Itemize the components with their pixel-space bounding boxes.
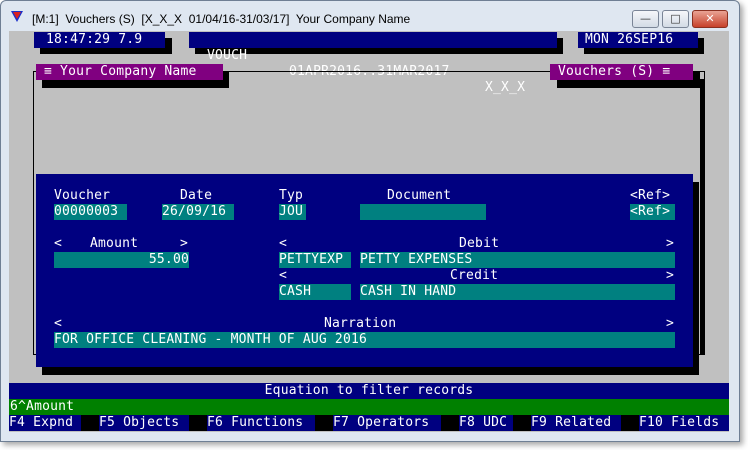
close-button[interactable]: ✕ bbox=[692, 10, 728, 28]
current-date: MON 26SEP16 bbox=[578, 32, 698, 48]
voucher-form: Voucher Date Typ Document <Ref> 00000003… bbox=[36, 174, 693, 367]
type-field[interactable]: JOU bbox=[279, 204, 306, 220]
voucher-number-field[interactable]: 00000003 bbox=[54, 204, 127, 220]
credit-code-field[interactable]: CASH bbox=[279, 284, 351, 300]
narration-left-arrow[interactable]: < bbox=[54, 316, 62, 331]
f6-functions-key[interactable]: F6 Functions bbox=[207, 415, 315, 431]
window-title: [M:1] Vouchers (S) [X_X_X 01/04/16-31/03… bbox=[32, 12, 411, 26]
f9-related-key[interactable]: F9 Related bbox=[531, 415, 621, 431]
date-label: Date bbox=[180, 188, 213, 203]
document-field[interactable] bbox=[360, 204, 486, 220]
narration-label: Narration bbox=[324, 316, 397, 331]
date-field[interactable]: 26/09/16 bbox=[162, 204, 234, 220]
amount-left-arrow[interactable]: < bbox=[54, 236, 62, 251]
document-label: Document bbox=[387, 188, 452, 203]
filter-input[interactable]: 6^Amount bbox=[9, 399, 729, 415]
f10-fields-key[interactable]: F10 Fields bbox=[639, 415, 729, 431]
company-tab[interactable]: ≡ Your Company Name bbox=[36, 64, 223, 80]
module-name: VOUCH bbox=[207, 48, 248, 63]
debit-left-arrow[interactable]: < bbox=[279, 236, 287, 251]
narration-right-arrow[interactable]: > bbox=[666, 316, 674, 331]
clock-display: 18:47:29 7.9 bbox=[34, 32, 165, 48]
f8-udc-key[interactable]: F8 UDC bbox=[459, 415, 513, 431]
credit-name-field[interactable]: CASH IN HAND bbox=[360, 284, 675, 300]
context-bar: VOUCH 01APR2016..31MAR2017 X_X_X bbox=[189, 32, 557, 95]
maximize-button[interactable]: □ bbox=[662, 10, 689, 28]
debit-right-arrow[interactable]: > bbox=[666, 236, 674, 251]
narration-field[interactable]: FOR OFFICE CLEANING - MONTH OF AUG 2016 bbox=[54, 332, 675, 348]
amount-label: Amount bbox=[90, 236, 139, 251]
debit-code-field[interactable]: PETTYEXP bbox=[279, 252, 351, 268]
debit-label: Debit bbox=[459, 236, 500, 251]
filter-prompt: Equation to filter records bbox=[9, 383, 729, 399]
function-key-bar: F4 Expnd F5 Objects F6 Functions F7 Oper… bbox=[9, 415, 729, 431]
f4-expand-key[interactable]: F4 Expnd bbox=[9, 415, 81, 431]
application-window: [M:1] Vouchers (S) [X_X_X 01/04/16-31/03… bbox=[0, 0, 740, 442]
voucher-label: Voucher bbox=[54, 188, 111, 203]
amount-field[interactable]: 55.00 bbox=[54, 252, 189, 268]
title-bar[interactable]: [M:1] Vouchers (S) [X_X_X 01/04/16-31/03… bbox=[1, 1, 739, 31]
terminal-screen: 18:47:29 7.9 VOUCH 01APR2016..31MAR2017 … bbox=[9, 31, 729, 432]
amount-right-arrow[interactable]: > bbox=[180, 236, 188, 251]
vouchers-tab[interactable]: Vouchers (S) ≡ bbox=[550, 64, 693, 80]
credit-right-arrow[interactable]: > bbox=[666, 268, 674, 283]
f7-operators-key[interactable]: F7 Operators bbox=[333, 415, 441, 431]
type-label: Typ bbox=[279, 188, 304, 203]
debit-name-field[interactable]: PETTY EXPENSES bbox=[360, 252, 675, 268]
f5-objects-key[interactable]: F5 Objects bbox=[99, 415, 189, 431]
credit-label: Credit bbox=[450, 268, 499, 283]
ref-label: <Ref> bbox=[630, 188, 671, 203]
credit-left-arrow[interactable]: < bbox=[279, 268, 287, 283]
minimize-button[interactable]: — bbox=[632, 10, 659, 28]
ref-field[interactable]: <Ref> bbox=[630, 204, 675, 220]
app-logo-accent bbox=[13, 12, 21, 19]
